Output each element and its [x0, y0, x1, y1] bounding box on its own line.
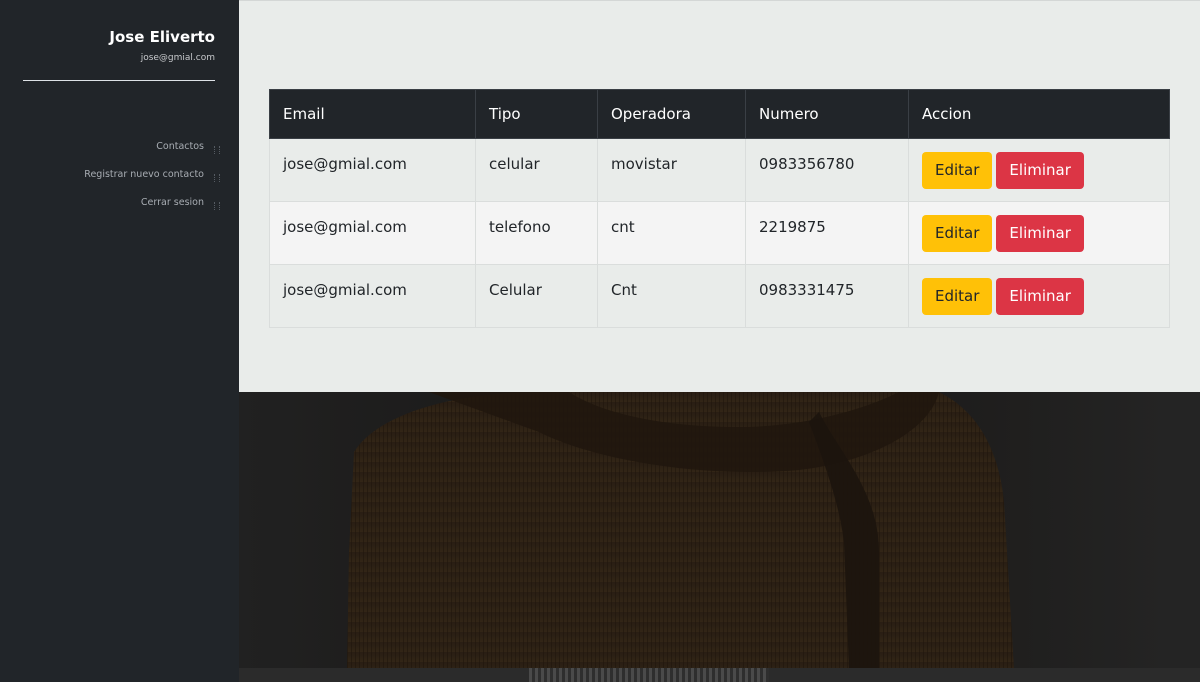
cell-actions: Editar Eliminar: [908, 201, 1170, 265]
contacts-table: Email Tipo Operadora Numero Accion jose@…: [269, 89, 1170, 328]
cell-operadora: movistar: [597, 138, 746, 202]
nav-item-label: Registrar nuevo contacto: [84, 169, 204, 180]
nav-item-label: Cerrar sesion: [140, 197, 204, 208]
column-header-tipo: Tipo: [475, 89, 598, 139]
cell-numero: 0983356780: [745, 138, 909, 202]
cell-email: jose@gmial.com: [269, 201, 476, 265]
nav-item-icon: [214, 174, 220, 182]
edit-button[interactable]: Editar: [922, 215, 993, 252]
sidebar-nav: Contactos Registrar nuevo contacto Cerra…: [0, 133, 220, 217]
column-header-accion: Accion: [908, 89, 1170, 139]
nav-item-icon: [214, 202, 220, 210]
delete-button[interactable]: Eliminar: [996, 152, 1084, 189]
nav-item-label: Contactos: [156, 141, 204, 152]
nav-item-cerrar-sesion[interactable]: Cerrar sesion: [0, 189, 220, 217]
jacket-image: [239, 392, 1200, 668]
user-email: jose@gmial.com: [140, 53, 215, 63]
user-profile: Jose Eliverto jose@gmial.com: [23, 27, 215, 65]
edit-button[interactable]: Editar: [922, 152, 993, 189]
cell-email: jose@gmial.com: [269, 264, 476, 328]
cell-operadora: cnt: [597, 201, 746, 265]
column-header-numero: Numero: [745, 89, 909, 139]
background-photo: [239, 392, 1200, 668]
nav-item-contactos[interactable]: Contactos: [0, 133, 220, 161]
knit-texture: [529, 668, 769, 682]
cell-tipo: telefono: [475, 201, 598, 265]
cell-tipo: Celular: [475, 264, 598, 328]
nav-item-registrar-nuevo-contacto[interactable]: Registrar nuevo contacto: [0, 161, 220, 189]
profile-divider: [23, 80, 215, 81]
cell-email: jose@gmial.com: [269, 138, 476, 202]
table-row: jose@gmial.com celular movistar 09833567…: [269, 138, 1170, 202]
table-row: jose@gmial.com telefono cnt 2219875 Edit…: [269, 201, 1170, 265]
column-header-email: Email: [269, 89, 476, 139]
edit-button[interactable]: Editar: [922, 278, 993, 315]
content-panel: Email Tipo Operadora Numero Accion jose@…: [239, 0, 1200, 392]
sidebar: Jose Eliverto jose@gmial.com Contactos R…: [0, 0, 239, 682]
cell-numero: 0983331475: [745, 264, 909, 328]
cell-actions: Editar Eliminar: [908, 138, 1170, 202]
cell-numero: 2219875: [745, 201, 909, 265]
delete-button[interactable]: Eliminar: [996, 278, 1084, 315]
table-header-row: Email Tipo Operadora Numero Accion: [269, 89, 1170, 139]
photo-bottom-strip: [239, 668, 1200, 682]
cell-operadora: Cnt: [597, 264, 746, 328]
nav-item-icon: [214, 146, 220, 154]
table-row: jose@gmial.com Celular Cnt 0983331475 Ed…: [269, 264, 1170, 328]
cell-actions: Editar Eliminar: [908, 264, 1170, 328]
user-name: Jose Eliverto: [109, 28, 215, 46]
cell-tipo: celular: [475, 138, 598, 202]
column-header-operadora: Operadora: [597, 89, 746, 139]
delete-button[interactable]: Eliminar: [996, 215, 1084, 252]
